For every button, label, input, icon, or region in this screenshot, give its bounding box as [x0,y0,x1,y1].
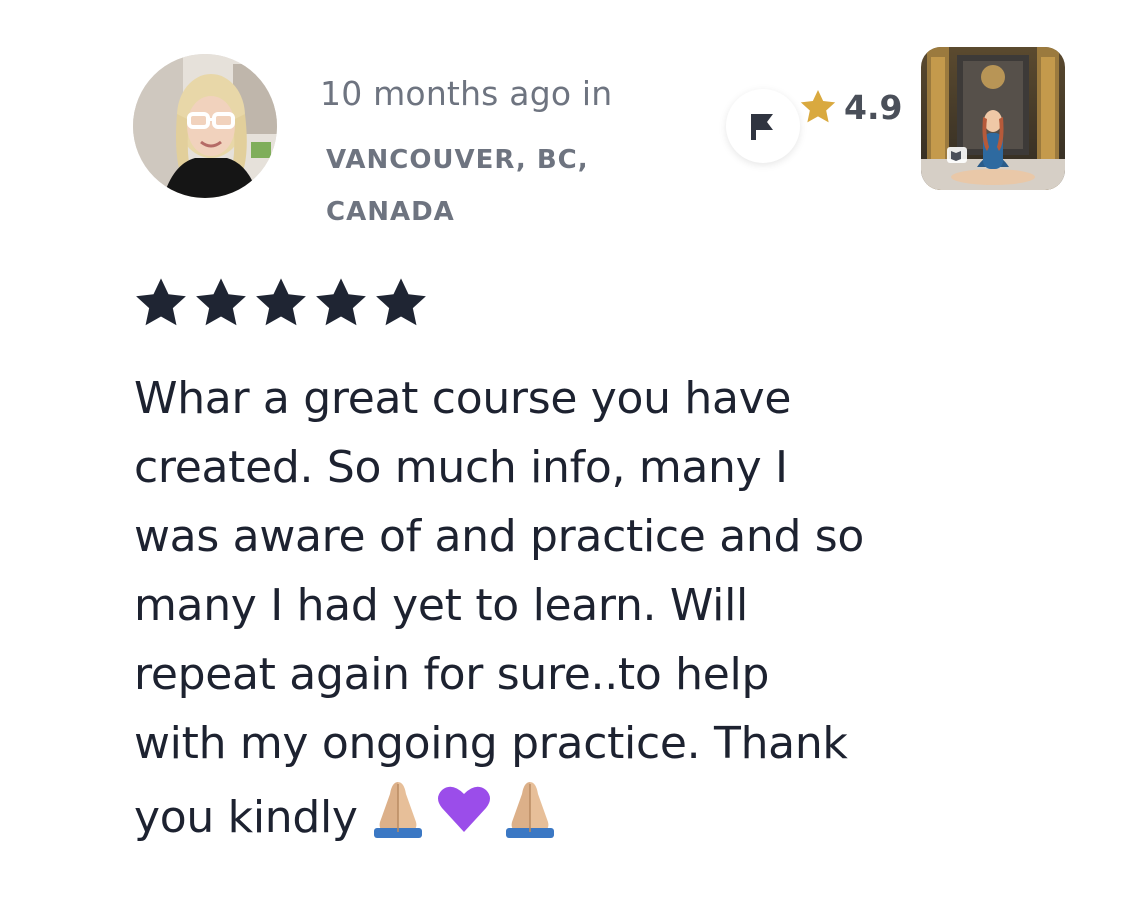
flag-icon [751,114,773,140]
review-card: 10 months ago in VANCOUVER, BC, CANADA 4… [0,0,1125,908]
star-icon [376,278,426,326]
course-rating-value: 4.9 [844,87,903,127]
star-icon [136,278,186,326]
course-thumbnail[interactable] [921,47,1065,190]
purple-heart-icon [437,786,490,832]
review-time: 10 months ago in [320,74,613,113]
review-body: Whar a great course you have created. So… [134,364,874,852]
star-icon [316,278,366,326]
report-flag-button[interactable] [726,89,800,163]
avatar-image [133,54,277,198]
star-icon [196,278,246,326]
review-stars [132,276,430,330]
reviewer-avatar[interactable] [133,54,277,198]
course-rating: 4.9 [798,84,902,130]
course-thumbnail-image [921,47,1065,190]
star-icon [256,278,306,326]
review-location: VANCOUVER, BC, CANADA [326,145,589,227]
folded-hands-icon [505,782,554,838]
star-icon [800,90,836,123]
review-emojis [368,778,560,838]
review-text: Whar a great course you have created. So… [134,373,865,843]
folded-hands-icon [373,782,422,838]
